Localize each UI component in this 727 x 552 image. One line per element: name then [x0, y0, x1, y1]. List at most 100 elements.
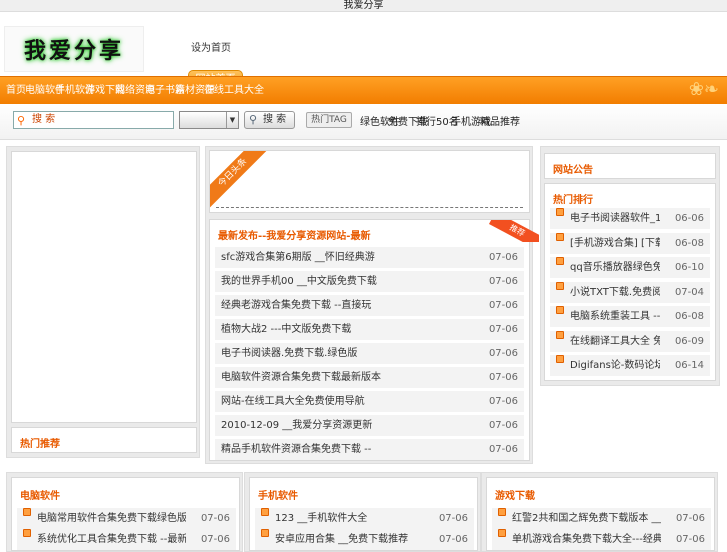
search-bar: ⚲ 搜 索 ▼ ⚲ 搜 索 热门TAG 绿色软件 免费下载 排行50名 手机游戏 精…: [0, 104, 727, 140]
site-logo[interactable]: 我爱分享: [4, 26, 144, 72]
list-item-title[interactable]: 电子书阅读器软件_1.76: [570, 208, 660, 229]
decor-swirl-icon: ❀❧: [688, 79, 719, 100]
ranking-title: 热门排行: [553, 195, 593, 206]
list-item-title[interactable]: [手机游戏合集] [下载]: [570, 233, 660, 254]
list-item-date: 07-06: [488, 324, 518, 335]
main-nav: 首页 电脑软件 手机软件 游戏下载 网络资源 电子书籍 素材资源 在线工具大全 …: [0, 76, 727, 104]
list-item[interactable]: 在线翻译工具大全 免费版 06-09: [550, 330, 710, 352]
list-item[interactable]: sfc游戏合集第6期版 __怀旧经典游 07-06: [215, 247, 524, 268]
list-item-title[interactable]: qq音乐播放器绿色免费版: [570, 257, 660, 278]
bullet-icon: [556, 208, 564, 216]
bottom-panel-list: 电脑软件电脑常用软件合集免费下载绿色版本推荐07-06系统优化工具合集免费下载 …: [11, 477, 240, 551]
search-input[interactable]: ⚲ 搜 索: [13, 111, 174, 129]
list-item-date: 06-08: [674, 237, 704, 249]
bullet-icon: [556, 355, 564, 363]
list-item[interactable]: 红警2共和国之辉免费下载版本 __单机版 07-06: [492, 508, 711, 529]
search-button[interactable]: ⚲ 搜 索: [244, 111, 295, 129]
list-item-title[interactable]: 电子书阅读器.免费下载.绿色版: [221, 343, 357, 364]
list-item-date: 06-14: [674, 360, 704, 371]
list-item-date: 07-06: [488, 420, 518, 431]
list-item[interactable]: 安卓应用合集 __免费下载推荐 07-06: [255, 529, 474, 550]
notice-title: 网站公告: [553, 165, 593, 176]
search-placeholder: 搜 索: [32, 114, 56, 125]
recommend-pin: 推荐: [487, 220, 539, 242]
list-item[interactable]: 植物大战2 ---中文版免费下载 07-06: [215, 319, 524, 340]
list-item[interactable]: 网站-在线工具大全免费使用导航 07-06: [215, 391, 524, 412]
list-item[interactable]: 电子书阅读器软件_1.76 06-06: [550, 208, 710, 229]
search-category-select[interactable]: ▼: [179, 111, 239, 129]
set-homepage-link[interactable]: 设为首页: [191, 39, 231, 54]
list-item-date: 06-08: [674, 311, 704, 322]
left-panel-footer: 热门推荐: [11, 427, 197, 453]
left-panel-title: 热门推荐: [20, 439, 60, 450]
bottom-panel-title: 手机软件: [258, 491, 298, 502]
list-item[interactable]: 单机游戏合集免费下载大全---经典�游戏 07-06: [492, 529, 711, 550]
list-item-title[interactable]: 123 __手机软件大全: [275, 508, 367, 529]
bullet-icon: [23, 529, 31, 537]
search-icon: ⚲: [17, 114, 26, 127]
list-item-date: 06-06: [674, 213, 704, 224]
list-item-date: 07-06: [488, 276, 518, 287]
list-item[interactable]: [手机游戏合集] [下载] 06-08: [550, 232, 710, 254]
list-item-title[interactable]: 电脑系统重装工具 ---最: [570, 306, 660, 327]
window-title: 我爱分享: [0, 0, 727, 12]
list-item-date: 07-06: [438, 534, 468, 545]
nav-item-tools[interactable]: 在线工具大全: [204, 77, 264, 105]
list-item-title[interactable]: 精品手机软件资源合集免费下载 --: [221, 439, 371, 460]
left-panel: 热门推荐: [6, 146, 200, 458]
list-item-title[interactable]: 我的世界手机00 __中文版免费下载: [221, 271, 377, 292]
list-item-title[interactable]: 经典老游戏合集免费下载 --直接玩: [221, 295, 371, 316]
list-item[interactable]: 系统优化工具合集免费下载 --最新 07-06: [17, 529, 236, 550]
list-item[interactable]: 小说TXT下载.免费阅读器 07-04: [550, 281, 710, 303]
list-item-title[interactable]: 安卓应用合集 __免费下载推荐: [275, 529, 408, 550]
list-item-date: 07-06: [200, 513, 230, 524]
bullet-icon: [498, 508, 506, 516]
list-item-date: 06-10: [674, 262, 704, 273]
list-item-date: 07-06: [675, 513, 705, 524]
bullet-icon: [498, 529, 506, 537]
bullet-icon: [23, 508, 31, 516]
chevron-down-icon: ▼: [226, 112, 238, 128]
bottom-panel: 游戏下载红警2共和国之辉免费下载版本 __单机版07-06单机游戏合集免费下载大…: [481, 472, 718, 552]
list-item[interactable]: qq音乐播放器绿色免费版 06-10: [550, 257, 710, 278]
tag-link[interactable]: 精品推荐: [480, 113, 520, 128]
list-item[interactable]: 电子书阅读器.免费下载.绿色版 07-06: [215, 343, 524, 364]
hot-tag-label[interactable]: 热门TAG: [306, 112, 352, 128]
list-item-title[interactable]: 红警2共和国之辉免费下载版本 __单机版: [512, 508, 661, 529]
nav-item-home[interactable]: 首页: [6, 77, 26, 105]
logo-text: 我爱分享: [23, 38, 124, 64]
bottom-panel: 电脑软件电脑常用软件合集免费下载绿色版本推荐07-06系统优化工具合集免费下载 …: [6, 472, 243, 552]
list-item[interactable]: 电脑常用软件合集免费下载绿色版本推荐 07-06: [17, 508, 236, 529]
list-item[interactable]: 电脑系统重装工具 ---最 06-08: [550, 306, 710, 327]
list-item-date: 07-06: [488, 444, 518, 455]
list-item-date: 07-06: [675, 534, 705, 545]
search-button-icon: ⚲: [249, 113, 258, 126]
list-item[interactable]: 精品手机软件资源合集免费下载 -- 07-06: [215, 439, 524, 460]
list-item[interactable]: 我的世界手机00 __中文版免费下载 07-06: [215, 271, 524, 292]
list-item-title[interactable]: 2010-12-09 __我爱分享资源更新: [221, 415, 372, 436]
list-item-title[interactable]: 植物大战2 ---中文版免费下载: [221, 319, 351, 340]
headline-box: 今日头条: [209, 150, 530, 213]
list-item-title[interactable]: 单机游戏合集免费下载大全---经典�游戏: [512, 529, 661, 550]
list-item-title[interactable]: 系统优化工具合集免费下载 --最新: [37, 529, 186, 550]
list-item[interactable]: 电脑软件资源合集免费下载最新版本 07-06: [215, 367, 524, 388]
list-item-title[interactable]: 电脑常用软件合集免费下载绿色版本推荐: [37, 508, 186, 529]
list-item-title[interactable]: 在线翻译工具大全 免费版: [570, 331, 660, 352]
list-item[interactable]: 123 __手机软件大全 07-06: [255, 508, 474, 529]
bullet-icon: [556, 232, 564, 241]
list-item-title[interactable]: 小说TXT下载.免费阅读器: [570, 282, 660, 303]
headline-ribbon: 今日头条: [210, 151, 270, 211]
list-item-title[interactable]: 网站-在线工具大全免费使用导航: [221, 391, 365, 412]
list-item-title[interactable]: Digifans论-数码论坛OL: [570, 355, 660, 376]
bullet-icon: [556, 257, 564, 265]
list-item-date: 07-06: [200, 534, 230, 545]
bullet-icon: [556, 281, 564, 290]
list-item-date: 07-06: [488, 348, 518, 359]
bottom-panel-list: 游戏下载红警2共和国之辉免费下载版本 __单机版07-06单机游戏合集免费下载大…: [486, 477, 715, 551]
list-item[interactable]: Digifans论-数码论坛OL 06-14: [550, 355, 710, 376]
latest-list-title: 最新发布--我爱分享资源网站-最新: [218, 231, 371, 242]
list-item-title[interactable]: 电脑软件资源合集免费下载最新版本: [221, 367, 381, 388]
list-item-title[interactable]: sfc游戏合集第6期版 __怀旧经典游: [221, 247, 375, 268]
list-item[interactable]: 经典老游戏合集免费下载 --直接玩 07-06: [215, 295, 524, 316]
list-item[interactable]: 2010-12-09 __我爱分享资源更新 07-06: [215, 415, 524, 436]
